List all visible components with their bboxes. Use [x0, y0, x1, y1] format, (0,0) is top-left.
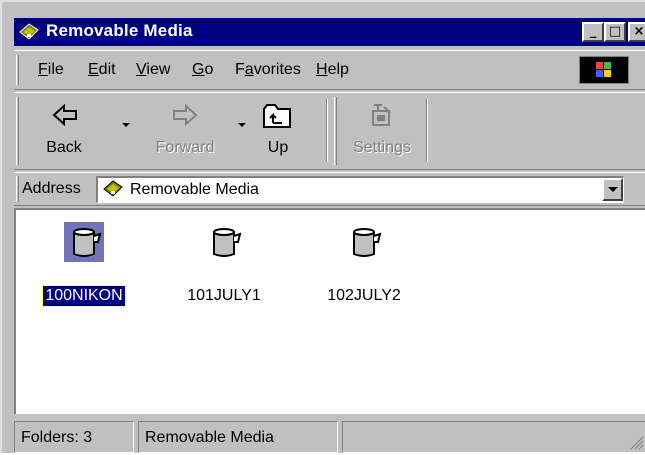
- removable-drive-icon: [19, 23, 39, 40]
- close-button[interactable]: ×: [628, 22, 645, 42]
- status-folder-count: Folders: 3: [14, 421, 134, 453]
- address-label: Address: [22, 180, 81, 197]
- back-dropdown-icon[interactable]: [122, 123, 130, 127]
- folder-item-100nikon[interactable]: 100NIKON: [24, 222, 144, 307]
- forward-dropdown-icon[interactable]: [238, 123, 246, 127]
- address-bar: Address Removable Media: [14, 172, 645, 206]
- status-bar: Folders: 3 Removable Media: [14, 417, 645, 455]
- folder-item-101july1[interactable]: 101JULY1: [164, 222, 284, 306]
- window-title: Removable Media: [46, 21, 193, 40]
- resize-grip-icon[interactable]: [630, 436, 644, 450]
- toolbar-grip-2: [334, 97, 337, 165]
- menu-go[interactable]: Go: [192, 61, 213, 79]
- menu-label: Help: [316, 61, 349, 78]
- menu-label: Favorites: [235, 61, 301, 78]
- folder-name: 101JULY1: [187, 287, 261, 304]
- forward-label: Forward: [155, 139, 215, 156]
- up-folder-icon: [263, 104, 291, 128]
- title-bar[interactable]: Removable Media _ □ ×: [14, 18, 645, 46]
- toolbar: Back Forward Up Settings: [14, 92, 645, 170]
- settings-label: Settings: [353, 139, 411, 156]
- address-dropdown-button[interactable]: [602, 178, 623, 201]
- back-arrow-icon: [52, 103, 77, 127]
- menu-edit[interactable]: Edit: [88, 61, 116, 79]
- address-grip[interactable]: [16, 176, 19, 202]
- minimize-button[interactable]: _: [582, 22, 604, 42]
- toolbar-separator-end: [426, 99, 428, 161]
- camera-folder-icon: [64, 222, 104, 262]
- removable-drive-icon: [103, 180, 123, 197]
- forward-arrow-icon: [173, 103, 198, 127]
- explorer-window: Removable Media _ □ × File Edit View Go …: [0, 0, 645, 453]
- menu-help[interactable]: Help: [316, 61, 349, 79]
- status-extra-panel: [342, 421, 645, 453]
- camera-folder-icon: [353, 228, 382, 257]
- address-field[interactable]: Removable Media: [96, 176, 624, 203]
- forward-button[interactable]: Forward: [142, 97, 228, 163]
- menu-label: File: [38, 61, 64, 78]
- status-location: Removable Media: [138, 421, 338, 453]
- menu-label: Edit: [88, 61, 116, 78]
- toolbar-separator: [326, 99, 328, 161]
- camera-folder-icon: [213, 228, 242, 257]
- windows-logo-icon: [579, 56, 629, 84]
- folder-name: 102JULY2: [327, 287, 401, 304]
- folder-item-102july2[interactable]: 102JULY2: [304, 222, 424, 306]
- menu-file[interactable]: File: [38, 61, 64, 79]
- menu-view[interactable]: View: [136, 61, 170, 79]
- folder-name: 100NIKON: [42, 285, 126, 307]
- address-value[interactable]: Removable Media: [130, 181, 259, 199]
- toolbar-grip[interactable]: [16, 97, 19, 165]
- folder-view[interactable]: 100NIKON 101JULY1 102JULY2: [14, 208, 645, 414]
- menu-bar: File Edit View Go Favorites Help: [14, 50, 645, 90]
- settings-icon: [372, 104, 391, 126]
- back-button[interactable]: Back: [32, 97, 96, 163]
- menu-favorites[interactable]: Favorites: [235, 61, 301, 79]
- back-label: Back: [46, 139, 82, 156]
- maximize-button[interactable]: □: [604, 22, 626, 42]
- menu-grip[interactable]: [16, 55, 19, 85]
- menu-label: View: [136, 61, 171, 78]
- up-label: Up: [267, 139, 289, 156]
- up-button[interactable]: Up: [248, 97, 308, 163]
- settings-button[interactable]: Settings: [344, 97, 420, 163]
- menu-label: Go: [192, 61, 214, 78]
